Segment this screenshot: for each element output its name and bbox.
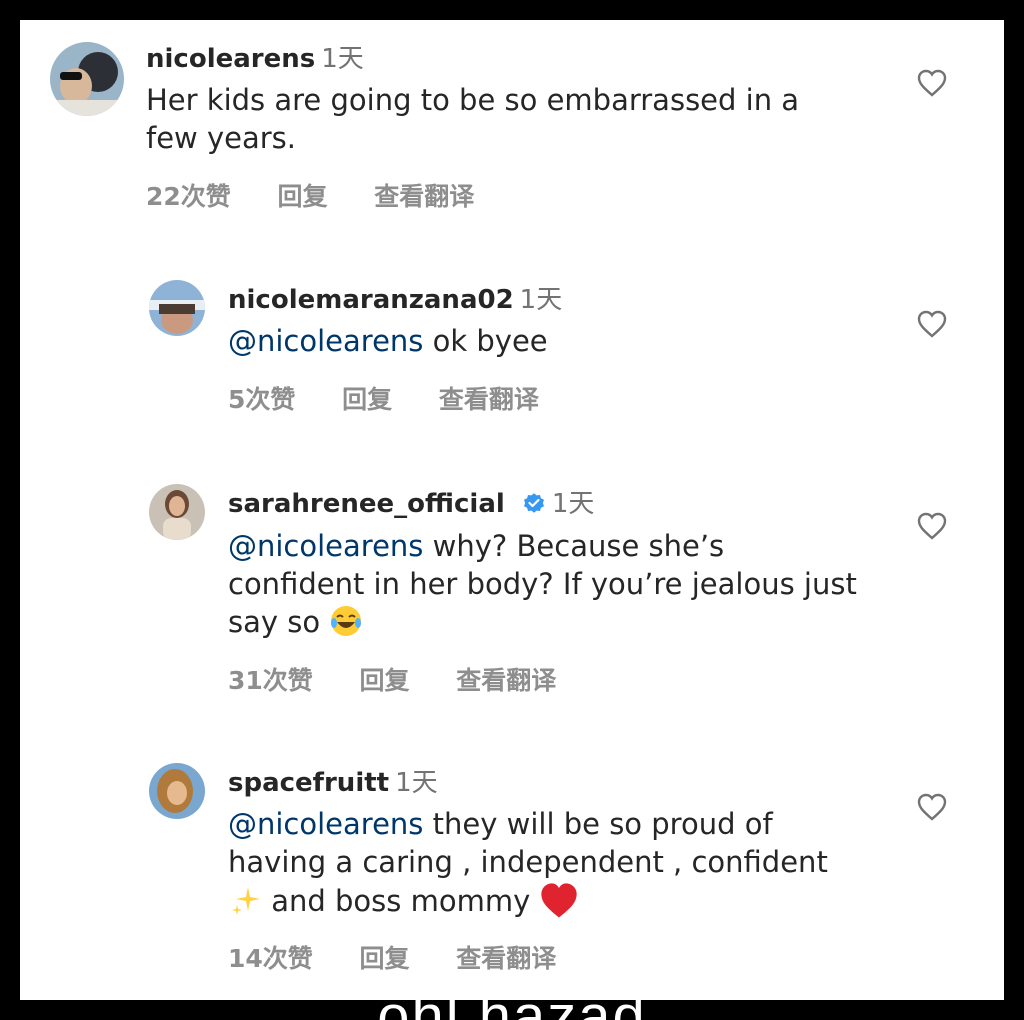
comment-actions: 31次赞 回复 查看翻译 <box>228 661 594 697</box>
comment-actions: 14次赞 回复 查看翻译 <box>228 939 594 975</box>
likes-count[interactable]: 31次赞 <box>228 666 313 695</box>
comment-username[interactable]: nicolearens 1天 <box>146 38 364 75</box>
avatar[interactable] <box>149 484 205 540</box>
translate-button[interactable]: 查看翻译 <box>456 666 556 695</box>
avatar[interactable] <box>50 42 124 116</box>
comment-actions: 5次赞 回复 查看翻译 <box>228 380 577 416</box>
reply-button[interactable]: 回复 <box>342 385 392 414</box>
translate-button[interactable]: 查看翻译 <box>374 182 474 211</box>
comment-text: @nicolearens ok byee <box>228 324 548 358</box>
translate-button[interactable]: 查看翻译 <box>456 944 556 973</box>
comment-time: 1天 <box>519 285 563 315</box>
heart-icon[interactable] <box>917 69 947 97</box>
comment-username[interactable]: sarahrenee_official 1天 <box>228 483 594 520</box>
likes-count[interactable]: 22次赞 <box>146 182 231 211</box>
avatar[interactable] <box>149 280 205 336</box>
comment-time: 1天 <box>321 44 364 74</box>
avatar[interactable] <box>149 763 205 819</box>
comment-username[interactable]: nicolemaranzana02 1天 <box>228 279 562 316</box>
comments-panel: nicolearens 1天 Her kids are going to be s… <box>20 20 1004 1000</box>
red-heart-emoji-icon <box>541 883 578 918</box>
translate-button[interactable]: 查看翻译 <box>439 385 539 414</box>
comment-time: 1天 <box>551 489 595 519</box>
comment-text: @nicolearens they will be so proud of ha… <box>228 805 848 921</box>
comment-username[interactable]: spacefruitt 1天 <box>228 762 438 799</box>
comment-time: 1天 <box>395 768 438 798</box>
mention-link[interactable]: @nicolearens <box>228 807 423 841</box>
mention-link[interactable]: @nicolearens <box>228 529 423 563</box>
likes-count[interactable]: 14次赞 <box>228 944 313 973</box>
reply-button[interactable]: 回复 <box>360 666 410 695</box>
reply-button[interactable]: 回复 <box>360 944 410 973</box>
heart-icon[interactable] <box>917 793 947 821</box>
comment-text: Her kids are going to be so embarrassed … <box>146 83 800 155</box>
likes-count[interactable]: 5次赞 <box>228 385 295 414</box>
heart-icon[interactable] <box>917 512 947 540</box>
watermark-text: ohl hazad <box>0 988 1024 1020</box>
comment-text: @nicolearens why? Because she’s confiden… <box>228 529 857 639</box>
verified-badge-icon <box>523 493 544 513</box>
mention-link[interactable]: @nicolearens <box>228 324 423 358</box>
laughing-emoji-icon <box>331 606 362 636</box>
comment-actions: 22次赞 回复 查看翻译 <box>146 177 512 213</box>
sparkles-emoji-icon <box>232 887 260 915</box>
reply-button[interactable]: 回复 <box>278 182 328 211</box>
heart-icon[interactable] <box>917 310 947 338</box>
